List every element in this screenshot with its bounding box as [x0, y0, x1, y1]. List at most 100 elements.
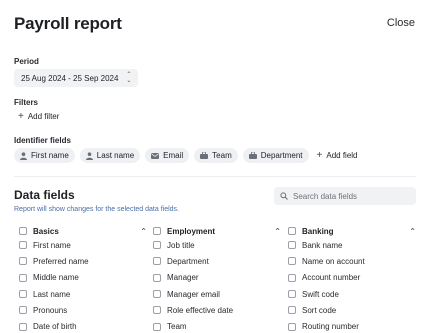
- identifier-fields-label: Identifier fields: [14, 136, 71, 145]
- list-item[interactable]: First name: [19, 237, 147, 253]
- column-title: Basics: [33, 226, 59, 236]
- list-item[interactable]: Bank name: [288, 237, 416, 253]
- checkbox[interactable]: [153, 306, 161, 315]
- list-item[interactable]: Manager email: [153, 286, 281, 302]
- checkbox[interactable]: [288, 306, 296, 315]
- person-icon: [20, 151, 27, 160]
- column-employment: Employment ⌃ Job title Department Manage…: [153, 225, 281, 333]
- search-icon: [280, 192, 288, 200]
- column-header[interactable]: Basics ⌃: [19, 225, 147, 237]
- checkbox[interactable]: [153, 273, 161, 282]
- chip-label: Last name: [96, 151, 135, 160]
- search-input[interactable]: [293, 191, 403, 201]
- checkbox[interactable]: [19, 290, 27, 299]
- checkbox[interactable]: [153, 290, 161, 299]
- list-item[interactable]: Last name: [19, 286, 147, 302]
- list-item[interactable]: Swift code: [288, 286, 416, 302]
- item-label: Preferred name: [33, 256, 89, 266]
- column-header[interactable]: Employment ⌃: [153, 225, 281, 237]
- list-item[interactable]: Middle name: [19, 270, 147, 286]
- list-item[interactable]: Name on account: [288, 253, 416, 269]
- filters-label: Filters: [14, 98, 39, 107]
- divider: [14, 176, 416, 177]
- checkbox[interactable]: [153, 241, 161, 250]
- column-basics: Basics ⌃ First name Preferred name Middl…: [19, 225, 147, 333]
- checkbox[interactable]: [288, 322, 296, 331]
- period-value: 25 Aug 2024 - 25 Sep 2024: [21, 73, 119, 83]
- list-item[interactable]: Role effective date: [153, 302, 281, 318]
- checkbox[interactable]: [153, 257, 161, 266]
- item-label: Team: [167, 322, 187, 332]
- checkbox[interactable]: [288, 241, 296, 250]
- close-button[interactable]: Close: [387, 17, 415, 29]
- add-field-label: Add field: [326, 151, 358, 160]
- item-label: First name: [33, 240, 71, 250]
- plus-icon: +: [18, 110, 24, 122]
- list-item[interactable]: Account number: [288, 270, 416, 286]
- chevron-up-icon[interactable]: ⌃: [409, 227, 416, 236]
- checkbox[interactable]: [19, 241, 27, 250]
- checkbox[interactable]: [288, 273, 296, 282]
- data-fields-subtitle: Report will show changes for the selecte…: [14, 206, 179, 213]
- team-icon: [200, 152, 209, 159]
- item-label: Sort code: [302, 305, 337, 315]
- chip-department[interactable]: Department: [242, 148, 309, 163]
- chevron-up-icon[interactable]: ⌃: [274, 227, 281, 236]
- list-item[interactable]: Job title: [153, 237, 281, 253]
- data-fields-title: Data fields: [14, 188, 75, 202]
- item-label: Last name: [33, 289, 71, 299]
- item-label: Date of birth: [33, 322, 77, 332]
- checkbox[interactable]: [288, 257, 296, 266]
- department-icon: [248, 152, 257, 159]
- identifier-chips: First name Last name Email Team Departme…: [14, 148, 358, 163]
- page-title: Payroll report: [14, 14, 122, 33]
- chip-email[interactable]: Email: [145, 148, 190, 163]
- item-label: Middle name: [33, 273, 79, 283]
- column-title: Employment: [167, 226, 216, 236]
- item-label: Department: [167, 256, 209, 266]
- chip-last-name[interactable]: Last name: [79, 148, 141, 163]
- item-label: Name on account: [302, 256, 365, 266]
- add-field-button[interactable]: + Add field: [316, 149, 358, 161]
- list-item[interactable]: Sort code: [288, 302, 416, 318]
- column-banking: Banking ⌃ Bank name Name on account Acco…: [288, 225, 416, 333]
- chevron-updown-icon: ⌃ ⌄: [126, 72, 132, 84]
- checkbox[interactable]: [19, 322, 27, 331]
- list-item[interactable]: Date of birth: [19, 318, 147, 333]
- list-item[interactable]: Department: [153, 253, 281, 269]
- search-box[interactable]: [274, 187, 416, 205]
- chip-label: Email: [163, 151, 184, 160]
- list-item[interactable]: Team: [153, 318, 281, 333]
- list-item[interactable]: Manager: [153, 270, 281, 286]
- column-title: Banking: [302, 226, 334, 236]
- chip-label: Team: [212, 151, 232, 160]
- checkbox[interactable]: [19, 306, 27, 315]
- checkbox[interactable]: [19, 227, 27, 235]
- checkbox[interactable]: [153, 227, 161, 235]
- item-label: Bank name: [302, 240, 343, 250]
- chip-team[interactable]: Team: [194, 148, 238, 163]
- add-filter-label: Add filter: [27, 112, 60, 121]
- item-label: Manager: [167, 273, 199, 283]
- checkbox[interactable]: [19, 273, 27, 282]
- add-filter-button[interactable]: + Add filter: [18, 110, 60, 122]
- chip-first-name[interactable]: First name: [14, 148, 75, 163]
- chip-label: First name: [31, 151, 69, 160]
- item-label: Role effective date: [167, 305, 234, 315]
- column-header[interactable]: Banking ⌃: [288, 225, 416, 237]
- item-label: Manager email: [167, 289, 220, 299]
- list-item[interactable]: Pronouns: [19, 302, 147, 318]
- checkbox[interactable]: [288, 290, 296, 299]
- checkbox[interactable]: [19, 257, 27, 266]
- item-label: Account number: [302, 273, 361, 283]
- item-label: Routing number: [302, 322, 359, 332]
- email-icon: [151, 152, 160, 159]
- person-icon: [85, 151, 93, 160]
- checkbox[interactable]: [288, 227, 296, 235]
- list-item[interactable]: Preferred name: [19, 253, 147, 269]
- plus-icon: +: [316, 149, 323, 161]
- chevron-up-icon[interactable]: ⌃: [140, 227, 147, 236]
- checkbox[interactable]: [153, 322, 161, 331]
- period-select[interactable]: 25 Aug 2024 - 25 Sep 2024 ⌃ ⌄: [14, 69, 139, 87]
- list-item[interactable]: Routing number: [288, 318, 416, 333]
